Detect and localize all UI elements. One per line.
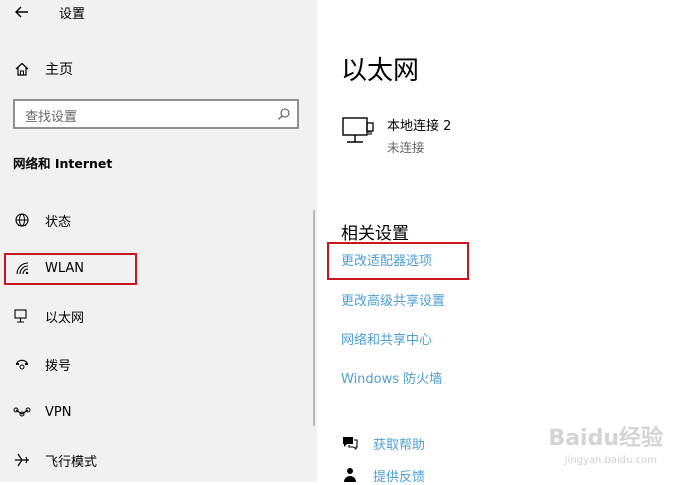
connection-name: 本地连接 2 <box>387 119 452 134</box>
baidu-watermark: Baidu经验 <box>548 426 663 451</box>
get-help-link[interactable]: 获取帮助 <box>341 433 425 453</box>
sidebar-item-vpn[interactable]: VPN <box>13 401 71 423</box>
help-chat-icon <box>343 437 358 451</box>
sidebar: 设置 主页 查找设置 网络和 Internet 状态 WLAN 以太网 拨号 V… <box>0 0 317 482</box>
connection-status: 未连接 <box>387 140 425 155</box>
back-arrow-icon[interactable] <box>12 2 32 22</box>
related-settings-title: 相关设置 <box>341 224 409 244</box>
sidebar-item-dialup[interactable]: 拨号 <box>13 353 71 375</box>
network-sharing-center-link[interactable]: 网络和共享中心 <box>341 329 432 348</box>
window-title: 设置 <box>59 7 86 22</box>
home-label: 主页 <box>45 62 73 78</box>
ethernet-adapter-icon <box>342 117 374 143</box>
sidebar-item-label: VPN <box>45 404 72 420</box>
sidebar-item-ethernet[interactable]: 以太网 <box>13 305 84 327</box>
globe-icon <box>13 211 31 229</box>
sidebar-home[interactable]: 主页 <box>14 58 73 80</box>
sidebar-item-label: 飞行模式 <box>45 454 98 470</box>
section-title: 网络和 Internet <box>13 156 113 171</box>
search-icon <box>278 108 290 120</box>
baidu-watermark-url: jingyan.baidu.com <box>564 455 657 466</box>
search-input[interactable]: 查找设置 <box>13 99 299 129</box>
vpn-icon <box>13 403 31 421</box>
windows-firewall-link[interactable]: Windows 防火墙 <box>341 368 442 387</box>
sidebar-item-label: 拨号 <box>45 358 72 374</box>
sidebar-item-label: 状态 <box>45 214 72 230</box>
wlan-highlight-box <box>4 253 137 285</box>
adapter-options-highlight-box <box>327 242 469 280</box>
give-feedback-link[interactable]: 提供反馈 <box>341 465 425 485</box>
dialup-icon <box>13 355 31 373</box>
sidebar-scrollbar[interactable] <box>313 210 315 426</box>
airplane-icon <box>13 451 31 469</box>
feedback-icon <box>344 468 356 482</box>
home-icon <box>15 62 29 76</box>
ethernet-icon <box>13 307 31 325</box>
get-help-label: 获取帮助 <box>373 437 426 453</box>
page-title: 以太网 <box>341 56 420 86</box>
sidebar-item-airplane[interactable]: 飞行模式 <box>13 449 97 471</box>
search-placeholder: 查找设置 <box>25 110 78 125</box>
ethernet-connection[interactable]: 本地连接 2 未连接 <box>341 115 451 156</box>
sidebar-item-label: 以太网 <box>45 310 85 326</box>
sidebar-item-status[interactable]: 状态 <box>13 209 71 231</box>
advanced-sharing-link[interactable]: 更改高级共享设置 <box>341 290 445 309</box>
